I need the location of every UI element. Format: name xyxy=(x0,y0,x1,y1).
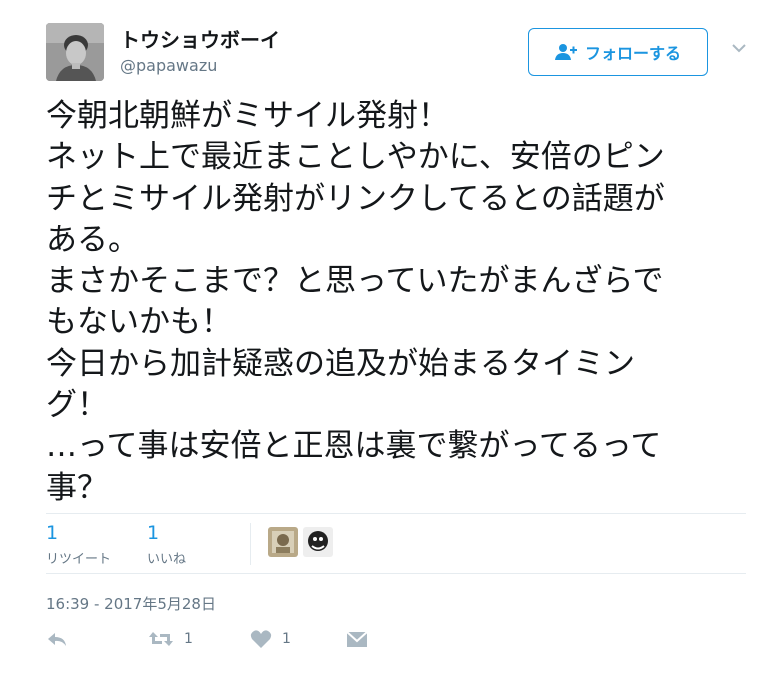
retweet-action-count: 1 xyxy=(184,631,193,647)
tweet-text-line: グ！ xyxy=(46,387,108,424)
divider xyxy=(46,573,746,574)
tweet-text: 今朝北朝鮮がミサイル発射！ ネット上で最近まことしやかに、安倍のピン チとミサイ… xyxy=(46,96,758,509)
tweet-text-line: まさかそこまで？と思っていたがまんざらで xyxy=(46,263,664,300)
chevron-down-icon[interactable] xyxy=(731,42,747,54)
heart-icon xyxy=(250,630,272,648)
stats-separator xyxy=(250,523,251,565)
reply-button[interactable] xyxy=(46,629,68,649)
tweet-text-line: チとミサイル発射がリンクしてるとの話題が xyxy=(46,180,665,217)
envelope-icon xyxy=(346,631,368,647)
avatar[interactable] xyxy=(46,23,104,81)
tweet-text-line: …って事は安倍と正恩は裏で繋がってるって xyxy=(46,428,662,465)
author-handle[interactable]: @papawazu xyxy=(120,56,217,75)
reply-icon xyxy=(48,633,66,646)
divider xyxy=(46,513,746,514)
add-user-icon xyxy=(554,44,577,60)
direct-message-button[interactable] xyxy=(346,629,368,649)
retweet-label: リツイート xyxy=(46,552,112,567)
follow-button[interactable]: フォローする xyxy=(528,28,708,76)
author-display-name[interactable]: トウショウボーイ xyxy=(120,24,280,53)
liker-avatar-image xyxy=(268,527,298,557)
liker-avatar[interactable] xyxy=(268,527,298,557)
tweet-text-line: 今日から加計疑惑の追及が始まるタイミン xyxy=(46,345,635,382)
avatar-photo xyxy=(46,23,104,81)
tweet-timestamp[interactable]: 16:39 - 2017年5月28日 xyxy=(46,593,216,614)
tweet-text-line: ある。 xyxy=(46,221,139,258)
tweet-text-line: 事？ xyxy=(46,469,108,506)
like-label: いいね xyxy=(147,552,187,567)
like-stat[interactable]: 1 いいね xyxy=(147,522,186,567)
like-button[interactable]: 1 xyxy=(250,629,291,649)
like-count: 1 xyxy=(147,522,160,544)
liker-avatar-image xyxy=(303,527,333,557)
follow-button-label: フォローする xyxy=(584,44,681,63)
retweet-stat[interactable]: 1 リツイート xyxy=(46,522,111,567)
like-action-count: 1 xyxy=(282,631,291,647)
tweet-text-line: ネット上で最近まことしやかに、安倍のピン xyxy=(46,139,665,176)
liker-avatar[interactable] xyxy=(303,527,333,557)
tweet-text-line: もないかも！ xyxy=(46,304,232,341)
tweet-text-line: 今朝北朝鮮がミサイル発射！ xyxy=(46,98,449,134)
retweet-button[interactable]: 1 xyxy=(148,629,193,649)
retweet-count: 1 xyxy=(46,522,59,544)
retweet-icon xyxy=(149,632,173,646)
